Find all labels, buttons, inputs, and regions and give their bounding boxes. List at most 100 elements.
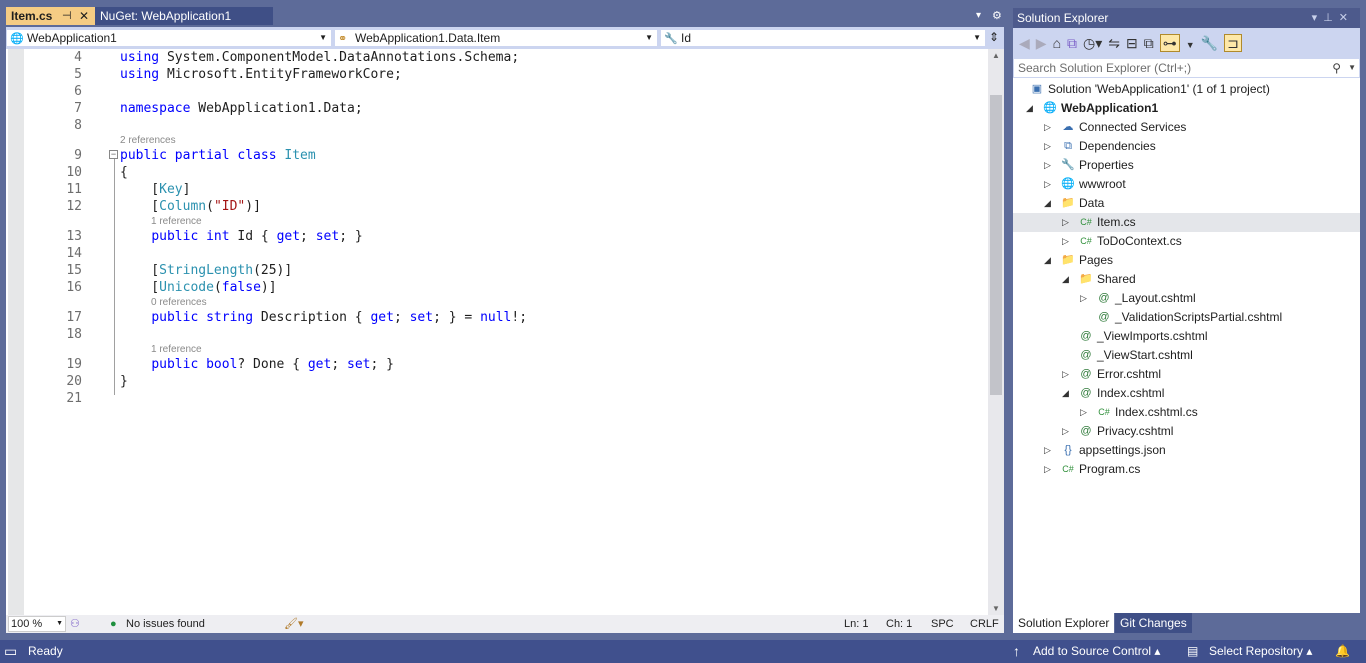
scrollbar-thumb[interactable] (990, 95, 1002, 395)
tree-item[interactable]: ◢ @ Index.cshtml (1013, 384, 1360, 403)
tab-nuget[interactable]: NuGet: WebApplication1 (95, 7, 273, 25)
whitespace-mode[interactable]: SPC (931, 615, 954, 633)
tree-item[interactable]: ▷ ⧉ Dependencies (1013, 137, 1360, 156)
tree-item[interactable]: @ _ValidationScriptsPartial.cshtml (1013, 308, 1360, 327)
code-editor[interactable]: 4 using System.ComponentModel.DataAnnotat… (6, 49, 1004, 615)
tree-item[interactable]: ▷ C# Program.cs (1013, 460, 1360, 479)
file-icon: C# (1080, 236, 1092, 246)
code-text: using System.ComponentModel.DataAnnotati… (120, 49, 519, 66)
tree-item[interactable]: ◢ 📁 Pages (1013, 251, 1360, 270)
zoom-value: 100 % (11, 618, 43, 630)
member-dropdown[interactable]: 🔧 Id ▼ (660, 29, 986, 47)
code-token: get (307, 357, 332, 372)
code-token: !; (511, 310, 528, 325)
column-number[interactable]: Ch: 1 (886, 615, 912, 633)
collapsed-arrow-icon[interactable]: ▷ (1062, 213, 1069, 232)
expanded-arrow-icon[interactable]: ◢ (1044, 194, 1051, 213)
collapsed-arrow-icon[interactable]: ▷ (1044, 156, 1051, 175)
chevron-down-icon[interactable]: ▼ (1348, 59, 1356, 77)
line-number[interactable]: Ln: 1 (844, 615, 868, 633)
expanded-arrow-icon[interactable]: ◢ (1044, 251, 1051, 270)
file-icon: @ (1098, 292, 1110, 304)
close-icon[interactable]: ✕ (79, 7, 89, 25)
collapsed-arrow-icon[interactable]: ▷ (1044, 118, 1051, 137)
tree-item[interactable]: ▷ {} appsettings.json (1013, 441, 1360, 460)
collapsed-arrow-icon[interactable]: ▷ (1080, 289, 1087, 308)
collapsed-arrow-icon[interactable]: ▷ (1044, 460, 1051, 479)
line-endings[interactable]: CRLF (970, 615, 999, 633)
tree-item[interactable]: ◢ 📁 Data (1013, 194, 1360, 213)
wrench-icon: 🔧 (664, 33, 678, 45)
switch-views-icon[interactable]: ⧉ (1067, 35, 1077, 51)
tree-item-label: WebApplication1 (1061, 101, 1159, 115)
tree-item[interactable]: ▷ ☁ Connected Services (1013, 118, 1360, 137)
collapse-all-icon[interactable]: ⊟ (1126, 35, 1138, 51)
tree-item[interactable]: ▷ 🌐 wwwroot (1013, 175, 1360, 194)
tab-git-changes[interactable]: Git Changes (1115, 613, 1192, 633)
expanded-arrow-icon[interactable]: ◢ (1026, 99, 1033, 118)
tree-item-label: Connected Services (1079, 120, 1187, 134)
tree-item[interactable]: ◢ 🌐 WebApplication1 (1013, 99, 1360, 118)
preview-selected-icon[interactable]: ⊶ (1159, 34, 1180, 52)
gear-icon[interactable]: ⚙ (992, 9, 1002, 22)
tree-item[interactable]: ▷ @ Error.cshtml (1013, 365, 1360, 384)
collapsed-arrow-icon[interactable]: ▷ (1062, 365, 1069, 384)
tab-solution-explorer[interactable]: Solution Explorer (1013, 613, 1115, 633)
search-icon[interactable]: ⚲ (1332, 59, 1341, 77)
panel-window-buttons[interactable]: ▾⊥✕ (1312, 8, 1354, 28)
collapsed-arrow-icon[interactable]: ▷ (1044, 175, 1051, 194)
tree-item[interactable]: @ _ViewImports.cshtml (1013, 327, 1360, 346)
expanded-arrow-icon[interactable]: ◢ (1062, 270, 1069, 289)
split-window-icon[interactable]: ⇕ (989, 30, 999, 44)
tree-item[interactable]: ▣ Solution 'WebApplication1' (1 of 1 proj… (1013, 80, 1360, 99)
project-dropdown[interactable]: 🌐 WebApplication1 ▼ (6, 29, 332, 47)
cleanup-brush-icon[interactable]: 🖌▾ (284, 615, 304, 633)
zoom-dropdown[interactable]: 100 % ▼ (8, 616, 66, 632)
tree-item[interactable]: ▷ C# Item.cs (1013, 213, 1360, 232)
tree-item[interactable]: @ _ViewStart.cshtml (1013, 346, 1360, 365)
add-to-source-control-button[interactable]: Add to Source Control ▴ (1033, 640, 1160, 663)
tab-list-dropdown[interactable]: ▾ (976, 10, 981, 21)
collapsed-arrow-icon[interactable]: ▷ (1044, 441, 1051, 460)
forward-icon[interactable]: ▶ (1036, 35, 1047, 51)
tree-item[interactable]: ▷ C# ToDoContext.cs (1013, 232, 1360, 251)
collapsed-arrow-icon[interactable]: ▷ (1044, 137, 1051, 156)
tree-item[interactable]: ◢ 📁 Shared (1013, 270, 1360, 289)
collapsed-arrow-icon[interactable]: ▷ (1080, 403, 1087, 422)
properties-wrench-icon[interactable]: 🔧 (1201, 35, 1218, 51)
codelens-text[interactable]: 1 reference (151, 215, 202, 228)
collapse-icon[interactable]: − (109, 150, 118, 159)
scroll-down-icon[interactable]: ▼ (992, 604, 1000, 613)
notification-bell-icon[interactable]: 🔔 (1335, 640, 1350, 663)
tree-item-label: Privacy.cshtml (1097, 424, 1174, 438)
search-input[interactable]: Search Solution Explorer (Ctrl+;) ⚲ ▼ (1013, 58, 1360, 78)
tree-item[interactable]: ▷ @ Privacy.cshtml (1013, 422, 1360, 441)
panel-tabs: Solution Explorer Git Changes (1013, 613, 1360, 633)
issues-status[interactable]: No issues found (126, 615, 205, 633)
home-icon[interactable]: ⌂ (1053, 35, 1061, 51)
collapsed-arrow-icon[interactable]: ▷ (1062, 422, 1069, 441)
pending-changes-icon[interactable]: ◷▾ (1083, 35, 1102, 51)
tree-item[interactable]: ▷ 🔧 Properties (1013, 156, 1360, 175)
intellicode-icon[interactable]: ⚇ (70, 615, 80, 633)
codelens-text[interactable]: 0 references (151, 296, 207, 309)
sync-icon[interactable]: ⇋ (1108, 35, 1120, 51)
select-repository-button[interactable]: Select Repository ▴ (1209, 640, 1312, 663)
tab-item-cs[interactable]: Item.cs ⊣ ✕ (6, 7, 95, 25)
tree-item[interactable]: ▷ @ _Layout.cshtml (1013, 289, 1360, 308)
pin-icon[interactable]: ⊣ (62, 7, 72, 25)
show-all-files-icon[interactable]: ⧉ (1144, 35, 1154, 51)
vertical-scrollbar[interactable]: ▲ ▼ (988, 49, 1004, 615)
codelens-text[interactable]: 2 references (120, 134, 176, 147)
codelens-text[interactable]: 1 reference (151, 343, 202, 356)
preview-toggle-icon[interactable]: ⊐ (1224, 34, 1242, 52)
scroll-up-icon[interactable]: ▲ (992, 51, 1000, 60)
code-token: set (347, 357, 371, 372)
tree-item[interactable]: ▷ C# Index.cshtml.cs (1013, 403, 1360, 422)
chevron-down-icon[interactable]: ▼ (1186, 40, 1195, 50)
tree-item-label: Pages (1079, 253, 1114, 267)
expanded-arrow-icon[interactable]: ◢ (1062, 384, 1069, 403)
collapsed-arrow-icon[interactable]: ▷ (1062, 232, 1069, 251)
back-icon[interactable]: ◀ (1019, 35, 1030, 51)
type-dropdown[interactable]: ⚭ WebApplication1.Data.Item ▼ (334, 29, 658, 47)
